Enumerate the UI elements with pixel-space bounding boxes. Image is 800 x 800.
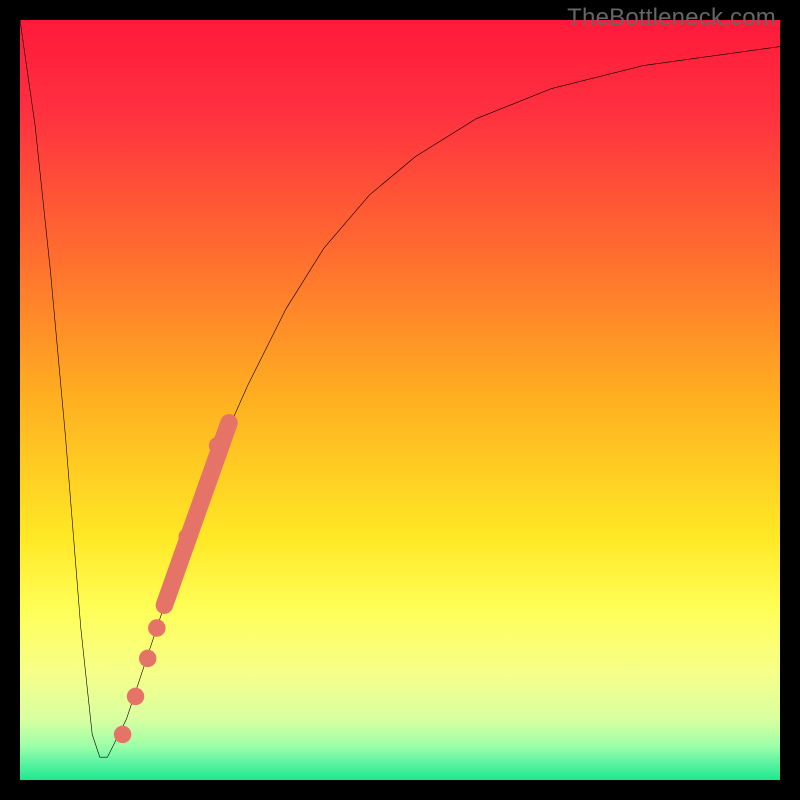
- highlight-dot: [139, 650, 156, 667]
- highlight-dot: [178, 528, 195, 545]
- chart-background-gradient: [20, 20, 780, 780]
- watermark-text: TheBottleneck.com: [567, 4, 776, 32]
- chart-plot-area: [20, 20, 780, 780]
- highlight-dot: [114, 726, 131, 743]
- highlight-dot: [127, 688, 144, 705]
- highlight-dot: [148, 619, 165, 636]
- chart-frame: TheBottleneck.com: [0, 0, 800, 800]
- highlight-dot: [209, 437, 226, 454]
- chart-svg: [20, 20, 780, 780]
